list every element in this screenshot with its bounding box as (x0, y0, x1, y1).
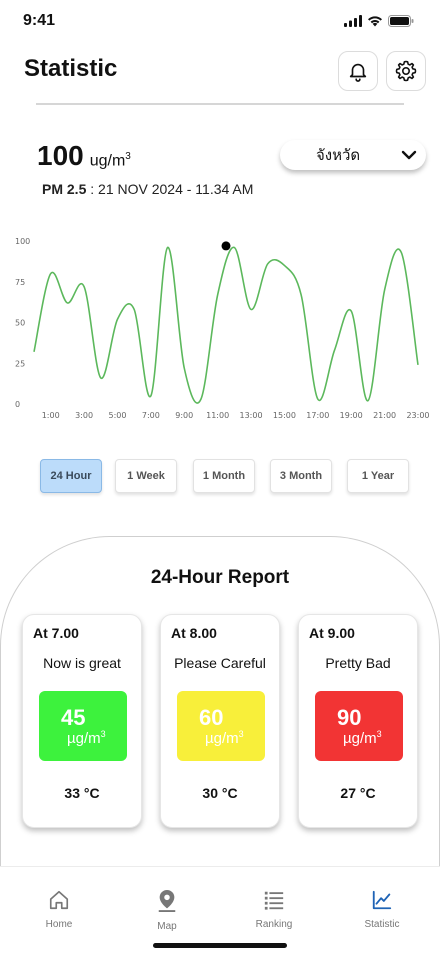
x-tick-label: 21:00 (373, 411, 396, 420)
card-time: At 9.00 (309, 625, 355, 641)
province-dropdown-value: จังหวัด (316, 146, 361, 164)
x-tick-label: 19:00 (340, 411, 363, 420)
range-button-1-month[interactable]: 1 Month (193, 459, 255, 493)
x-tick-label: 11:00 (206, 411, 229, 420)
chevron-down-icon (401, 150, 417, 160)
x-tick-label: 3:00 (75, 411, 93, 420)
y-tick-label: 75 (15, 278, 25, 287)
x-tick-label: 9:00 (175, 411, 193, 420)
x-tick-label: 13:00 (240, 411, 263, 420)
map-pin-icon (158, 890, 176, 912)
range-button-1-week[interactable]: 1 Week (115, 459, 177, 493)
x-tick-label: 17:00 (306, 411, 329, 420)
current-value: 100 ug/m3 (37, 140, 131, 172)
range-button-24-hour[interactable]: 24 Hour (40, 459, 102, 493)
series-line (33, 246, 419, 404)
x-tick-label: 5:00 (108, 411, 126, 420)
card-time: At 8.00 (171, 625, 217, 641)
list-icon (264, 891, 284, 910)
card-status: Please Careful (174, 655, 266, 671)
x-tick-label: 15:00 (273, 411, 296, 420)
nav-statistic[interactable]: Statistic (342, 889, 422, 930)
nav-map[interactable]: Map (127, 889, 207, 932)
report-card[interactable]: At 9.00 Pretty Bad 90 µg/m3 27 °C (298, 614, 418, 828)
card-status: Pretty Bad (325, 655, 391, 671)
aqi-value: 45 (61, 705, 86, 730)
aqi-unit: µg/m3 (343, 729, 382, 747)
status-bar: 9:41 (0, 0, 440, 44)
wifi-icon (368, 16, 382, 27)
battery-icon (388, 15, 414, 27)
nav-home-label: Home (45, 919, 73, 930)
card-temperature: 30 °C (202, 785, 238, 801)
province-dropdown[interactable]: จังหวัด (280, 140, 426, 170)
report-title: 24-Hour Report (150, 567, 290, 588)
card-time: At 7.00 (33, 625, 79, 641)
nav-ranking-label: Ranking (255, 919, 293, 930)
aqi-badge: 45 µg/m3 (39, 691, 127, 761)
range-button-3-month[interactable]: 3 Month (270, 459, 332, 493)
value-number: 100 (37, 140, 84, 171)
timestamp-text: : 21 NOV 2024 - 11.34 AM (86, 181, 254, 197)
status-time: 9:41 (23, 12, 56, 29)
aqi-badge: 90 µg/m3 (315, 691, 403, 761)
pm25-line-chart: 0 25 50 75 100 1:00 3:00 5:00 7:00 9:00 11:00 13:00… (15, 237, 430, 420)
y-tick-label: 25 (15, 359, 25, 368)
home-icon (49, 890, 69, 910)
gear-icon (395, 60, 417, 82)
aqi-unit: µg/m3 (67, 729, 106, 747)
x-tick-label: 23:00 (406, 411, 429, 420)
nav-ranking[interactable]: Ranking (234, 889, 314, 930)
chart-icon (372, 890, 392, 910)
report-card[interactable]: At 8.00 Please Careful 60 µg/m3 30 °C (160, 614, 280, 828)
value-unit: ug/m3 (89, 150, 131, 169)
card-status: Now is great (43, 655, 121, 671)
pollutant-label: PM 2.5 (42, 181, 87, 197)
nav-home[interactable]: Home (19, 889, 99, 930)
signal-icon (344, 15, 362, 27)
nav-statistic-label: Statistic (364, 919, 400, 930)
home-indicator (153, 943, 287, 948)
y-tick-label: 50 (15, 319, 25, 328)
card-temperature: 27 °C (340, 785, 376, 801)
notifications-button[interactable] (338, 51, 378, 91)
bell-icon (349, 63, 367, 82)
y-tick-label: 0 (15, 400, 20, 409)
aqi-value: 60 (199, 705, 224, 730)
aqi-unit: µg/m3 (205, 729, 244, 747)
y-tick-label: 100 (15, 237, 30, 246)
aqi-value: 90 (337, 705, 362, 730)
status-icons (344, 15, 414, 27)
x-tick-label: 7:00 (142, 411, 160, 420)
card-temperature: 33 °C (64, 785, 100, 801)
range-button-1-year[interactable]: 1 Year (347, 459, 409, 493)
settings-button[interactable] (386, 51, 426, 91)
reading-timestamp: PM 2.5 : 21 NOV 2024 - 11.34 AM (42, 181, 253, 197)
nav-map-label: Map (157, 921, 177, 932)
aqi-badge: 60 µg/m3 (177, 691, 265, 761)
x-tick-label: 1:00 (42, 411, 60, 420)
header-divider (36, 103, 404, 105)
report-card[interactable]: At 7.00 Now is great 45 µg/m3 33 °C (22, 614, 142, 828)
page-title: Statistic (24, 55, 118, 82)
highlight-point[interactable] (221, 241, 231, 251)
